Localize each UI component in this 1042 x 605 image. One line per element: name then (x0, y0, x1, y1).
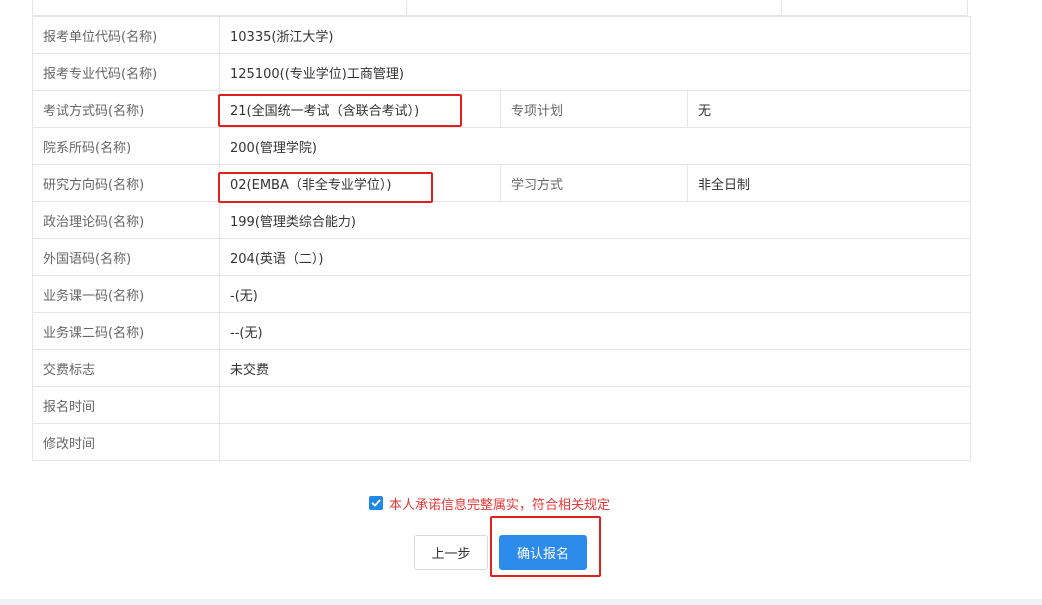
row-value: 199(管理类综合能力) (219, 201, 971, 239)
table-row: 交费标志 未交费 (32, 349, 971, 387)
row-value: 125100((专业学位)工商管理) (219, 53, 971, 91)
promise-checkbox-row[interactable]: 本人承诺信息完整属实，符合相关规定 (369, 494, 611, 513)
row-value (219, 386, 971, 424)
table-row: 研究方向码(名称) 02(EMBA（非全专业学位）) 学习方式 非全日制 (32, 164, 971, 202)
table-row: 业务课二码(名称) --(无) (32, 312, 971, 350)
study-mode-label: 学习方式 (500, 164, 688, 202)
row-label: 业务课一码(名称) (32, 275, 220, 313)
row-value: --(无) (219, 312, 971, 350)
row-value: 204(英语（二）) (219, 238, 971, 276)
confirm-registration-button[interactable]: 确认报名 (499, 535, 587, 570)
page-bottom-bar (0, 599, 1042, 605)
row-value: 未交费 (219, 349, 971, 387)
table-row: 考试方式码(名称) 21(全国统一考试（含联合考试）) 专项计划 无 (32, 90, 971, 128)
row-label: 报考专业代码(名称) (32, 53, 220, 91)
row-value: 200(管理学院) (219, 127, 971, 165)
promise-text: 本人承诺信息完整属实，符合相关规定 (389, 497, 611, 513)
row-label: 考试方式码(名称) (32, 90, 220, 128)
checkmark-icon (371, 499, 381, 507)
exam-method-value: 21(全国统一考试（含联合考试）) (219, 90, 501, 128)
row-label: 业务课二码(名称) (32, 312, 220, 350)
table-row: 外国语码(名称) 204(英语（二）) (32, 238, 971, 276)
row-value: -(无) (219, 275, 971, 313)
row-label: 修改时间 (32, 423, 220, 461)
table-row: 修改时间 (32, 423, 971, 461)
table-row: 业务课一码(名称) -(无) (32, 275, 971, 313)
table-row: 报名时间 (32, 386, 971, 424)
row-label: 报名时间 (32, 386, 220, 424)
row-value: 10335(浙江大学) (219, 16, 971, 54)
research-direction-value: 02(EMBA（非全专业学位）) (219, 164, 501, 202)
table-row: 报考专业代码(名称) 125100((专业学位)工商管理) (32, 53, 971, 91)
table-row: 报考单位代码(名称) 10335(浙江大学) (32, 16, 971, 54)
row-label: 政治理论码(名称) (32, 201, 220, 239)
row-label: 交费标志 (32, 349, 220, 387)
study-mode-value: 非全日制 (687, 164, 971, 202)
prev-step-button[interactable]: 上一步 (414, 535, 488, 570)
row-label: 外国语码(名称) (32, 238, 220, 276)
row-label: 院系所码(名称) (32, 127, 220, 165)
special-plan-value: 无 (687, 90, 971, 128)
table-top-partial-row (32, 0, 968, 16)
row-label: 研究方向码(名称) (32, 164, 220, 202)
row-label: 报考单位代码(名称) (32, 16, 220, 54)
promise-checkbox[interactable] (369, 496, 383, 510)
special-plan-label: 专项计划 (500, 90, 688, 128)
registration-info-table: 报考单位代码(名称) 10335(浙江大学) 报考专业代码(名称) 125100… (32, 16, 971, 461)
row-value (219, 423, 971, 461)
table-row: 政治理论码(名称) 199(管理类综合能力) (32, 201, 971, 239)
table-row: 院系所码(名称) 200(管理学院) (32, 127, 971, 165)
